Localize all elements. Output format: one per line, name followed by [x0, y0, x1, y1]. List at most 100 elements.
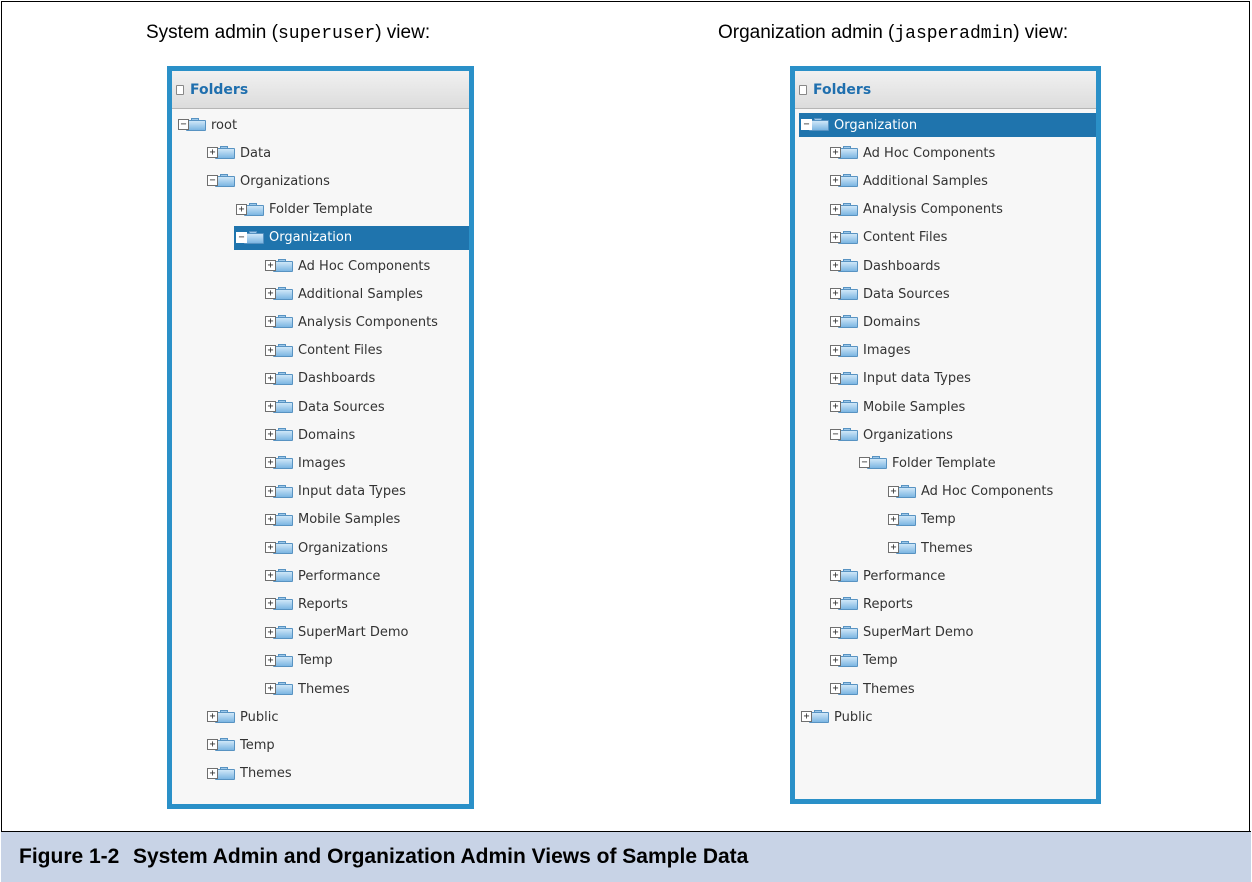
tree-node[interactable]: + SuperMart Demo [828, 621, 973, 645]
collapse-toggle-icon[interactable]: − [236, 231, 247, 243]
expand-toggle-icon[interactable]: + [265, 429, 276, 441]
expand-toggle-icon[interactable]: + [830, 401, 841, 412]
tree-node[interactable]: + Ad Hoc Components [263, 254, 430, 278]
tree-node[interactable]: + Public [799, 705, 872, 729]
expand-toggle-icon[interactable]: + [830, 598, 841, 610]
tree-node[interactable]: − Organization [234, 225, 469, 250]
expand-toggle-icon[interactable]: + [830, 260, 841, 271]
tree-node[interactable]: + Ad Hoc Components [886, 480, 1053, 504]
expand-toggle-icon[interactable]: + [265, 513, 276, 525]
expand-toggle-icon[interactable]: + [830, 344, 841, 356]
expand-toggle-icon[interactable]: + [888, 485, 899, 497]
tree-node[interactable]: + Reports [828, 592, 913, 616]
expand-toggle-icon[interactable]: + [265, 598, 276, 610]
tree-node[interactable]: + Temp [205, 733, 275, 757]
tree-node[interactable]: + Dashboards [828, 254, 940, 278]
tree-node[interactable]: + Ad Hoc Components [828, 141, 995, 165]
expand-toggle-icon[interactable]: + [265, 683, 276, 694]
tree-node[interactable]: + Content Files [263, 339, 382, 363]
tree-node[interactable]: − Organization [799, 113, 1096, 137]
collapse-toggle-icon[interactable]: − [178, 119, 189, 130]
expand-toggle-icon[interactable]: + [265, 570, 276, 582]
expand-toggle-icon[interactable]: + [830, 288, 841, 300]
expand-toggle-icon[interactable]: + [830, 570, 841, 582]
tree-node[interactable]: + Data [205, 141, 271, 165]
expand-toggle-icon[interactable]: + [830, 683, 841, 694]
tree-node[interactable]: + Performance [828, 564, 945, 588]
expand-toggle-icon[interactable]: + [801, 711, 812, 723]
expand-toggle-icon[interactable]: + [888, 513, 899, 525]
tree-node[interactable]: + Images [263, 451, 346, 475]
tree-node[interactable]: − Organizations [205, 169, 330, 193]
expand-toggle-icon[interactable]: + [830, 175, 841, 187]
tree-node[interactable]: + Performance [263, 564, 380, 588]
tree-node[interactable]: + Analysis Components [828, 198, 1003, 222]
expand-toggle-icon[interactable]: + [830, 147, 841, 159]
expand-toggle-icon[interactable]: + [265, 288, 276, 300]
tree-node[interactable]: + Themes [886, 536, 973, 560]
expand-toggle-icon[interactable]: + [207, 739, 218, 751]
tree-node[interactable]: + Temp [886, 508, 956, 532]
expand-toggle-icon[interactable]: + [830, 626, 841, 638]
tree-node-label: Temp [863, 653, 898, 669]
left-panel-header[interactable]: Folders [172, 71, 469, 109]
tree-node[interactable]: + Additional Samples [263, 282, 423, 306]
tree-node[interactable]: + Temp [263, 649, 333, 673]
expand-toggle-icon[interactable]: + [265, 457, 276, 469]
folder-icon: + [830, 202, 860, 217]
tree-node[interactable]: + Images [828, 339, 911, 363]
expand-toggle-icon[interactable]: + [265, 485, 276, 497]
collapse-toggle-icon[interactable]: − [859, 457, 870, 469]
expand-toggle-icon[interactable]: + [265, 401, 276, 412]
tree-node[interactable]: + Folder Template [234, 198, 373, 222]
tree-node[interactable]: + Mobile Samples [828, 395, 965, 419]
tree-node[interactable]: + Temp [828, 649, 898, 673]
tree-node[interactable]: − Folder Template [857, 451, 996, 475]
tree-node[interactable]: + Themes [205, 762, 292, 786]
panel-collapse-icon[interactable] [799, 84, 807, 95]
tree-node[interactable]: − root [176, 113, 237, 137]
expand-toggle-icon[interactable]: + [830, 654, 841, 666]
tree-node[interactable]: + Additional Samples [828, 169, 988, 193]
tree-node-label: Domains [298, 427, 356, 443]
expand-toggle-icon[interactable]: + [207, 147, 218, 159]
folder-icon: + [830, 259, 860, 273]
tree-node[interactable]: − Organizations [828, 423, 953, 447]
tree-node[interactable]: + Dashboards [263, 367, 375, 391]
tree-node[interactable]: + Reports [263, 592, 348, 616]
expand-toggle-icon[interactable]: + [265, 260, 276, 271]
expand-toggle-icon[interactable]: + [830, 372, 841, 384]
tree-node[interactable]: + Input data Types [263, 480, 406, 504]
tree-node[interactable]: + Input data Types [828, 367, 971, 391]
collapse-toggle-icon[interactable]: − [830, 429, 841, 441]
tree-node[interactable]: + Analysis Components [263, 310, 438, 334]
expand-toggle-icon[interactable]: + [207, 767, 218, 779]
expand-toggle-icon[interactable]: + [207, 711, 218, 723]
expand-toggle-icon[interactable]: + [265, 542, 276, 553]
expand-toggle-icon[interactable]: + [830, 231, 841, 243]
tree-node[interactable]: + SuperMart Demo [263, 621, 408, 645]
expand-toggle-icon[interactable]: + [265, 344, 276, 356]
tree-node[interactable]: + Mobile Samples [263, 508, 400, 532]
right-panel-header[interactable]: Folders [795, 71, 1096, 109]
tree-node[interactable]: + Themes [263, 677, 350, 701]
panel-collapse-icon[interactable] [176, 84, 184, 95]
expand-toggle-icon[interactable]: + [830, 203, 841, 215]
expand-toggle-icon[interactable]: + [265, 654, 276, 666]
collapse-toggle-icon[interactable]: − [801, 119, 812, 130]
collapse-toggle-icon[interactable]: − [207, 175, 218, 187]
tree-node[interactable]: + Themes [828, 677, 915, 701]
expand-toggle-icon[interactable]: + [265, 316, 276, 328]
tree-node[interactable]: + Organizations [263, 536, 388, 560]
tree-node[interactable]: + Data Sources [828, 282, 950, 306]
expand-toggle-icon[interactable]: + [265, 626, 276, 638]
tree-node[interactable]: + Public [205, 705, 278, 729]
expand-toggle-icon[interactable]: + [888, 542, 899, 553]
expand-toggle-icon[interactable]: + [236, 203, 247, 215]
expand-toggle-icon[interactable]: + [830, 316, 841, 328]
tree-node[interactable]: + Domains [828, 310, 920, 334]
tree-node[interactable]: + Data Sources [263, 395, 385, 419]
expand-toggle-icon[interactable]: + [265, 372, 276, 384]
tree-node[interactable]: + Domains [263, 423, 355, 447]
tree-node[interactable]: + Content Files [828, 226, 947, 250]
